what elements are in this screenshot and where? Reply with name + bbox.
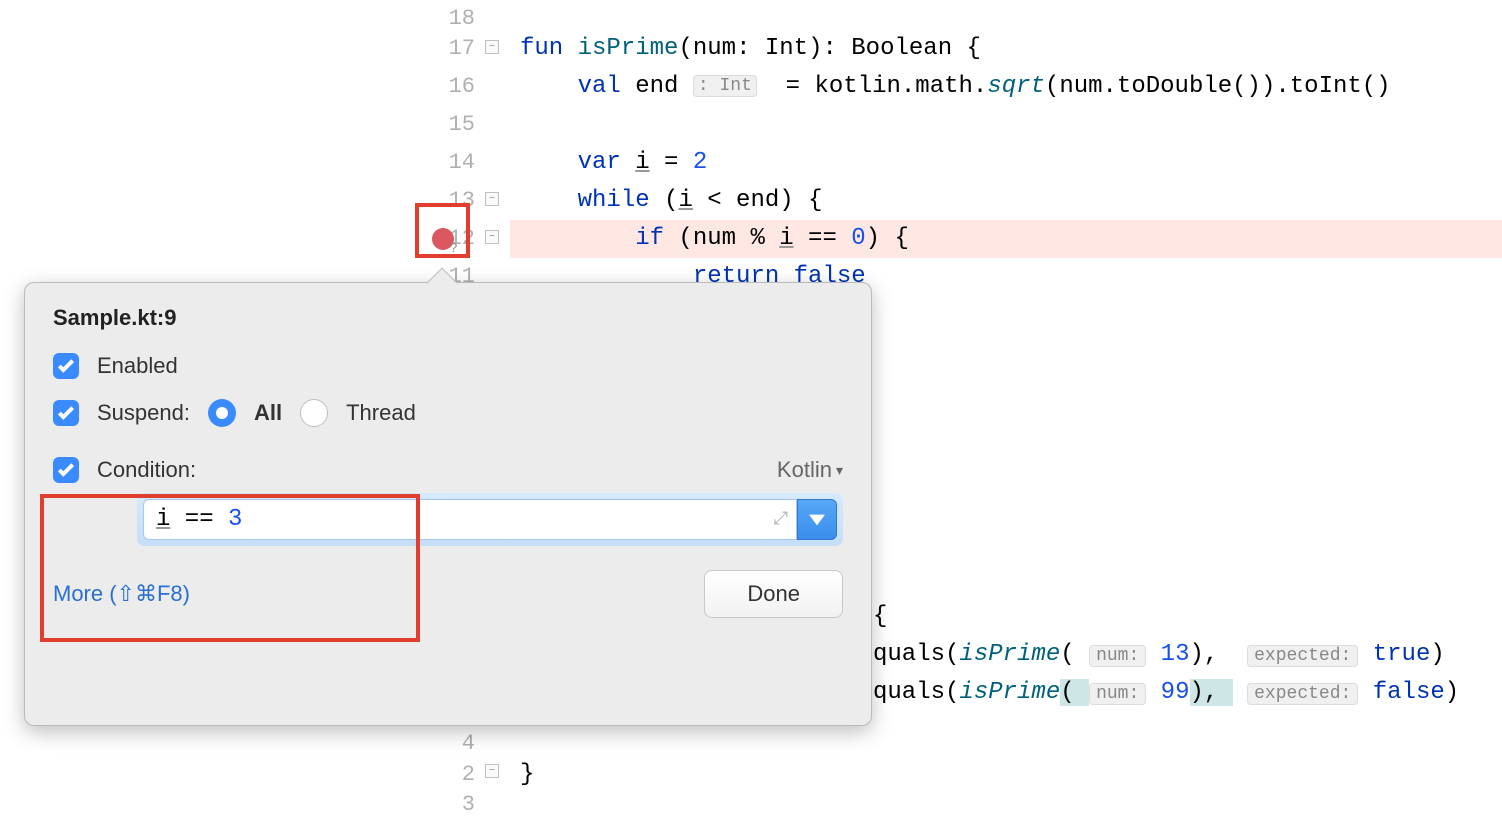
enabled-checkbox[interactable] [53,353,79,379]
suspend-all-radio[interactable] [208,399,236,427]
done-button[interactable]: Done [704,570,843,618]
fold-marker-icon[interactable]: − [485,230,499,244]
fold-marker-icon[interactable]: − [485,40,499,54]
line-number: 16 [449,68,475,106]
code-line: val end : Int = kotlin.math.sqrt(num.toD… [520,68,1391,106]
line-number: 3 [462,786,475,824]
suspend-checkbox[interactable] [53,400,79,426]
code-line: quals(isPrime( num: 99), expected: false… [873,674,1459,712]
fold-marker-icon[interactable]: − [485,192,499,206]
line-number: 14 [449,144,475,182]
suspend-thread-radio[interactable] [300,399,328,427]
line-number: 15 [449,106,475,144]
suspend-label: Suspend: [97,400,190,426]
fold-marker-icon[interactable]: − [485,764,499,778]
code-line: } [520,756,534,794]
code-line: if (num % i == 0) { [520,220,909,258]
chevron-down-icon: ▾ [836,462,843,479]
suspend-thread-label: Thread [346,400,416,426]
enabled-row: Enabled [25,343,871,389]
expand-icon[interactable]: ⤢ [774,509,788,530]
line-number: 17 [449,30,475,68]
code-line: fun isPrime(num: Int): Boolean { [520,30,981,68]
condition-row: Condition: Kotlin ▾ [25,437,871,493]
code-line: while (i < end) { [520,182,822,220]
condition-label: Condition: [97,457,196,483]
code-line: { [873,598,887,636]
condition-history-dropdown[interactable] [797,499,837,540]
code-line: var i = 2 [520,144,707,182]
highlight-box-condition [40,494,420,642]
enabled-label: Enabled [97,353,178,379]
code-line: quals(isPrime( num: 13), expected: true) [873,636,1445,674]
suspend-all-label: All [254,400,282,426]
highlight-box-breakpoint [415,203,470,258]
suspend-row: Suspend: All Thread [25,389,871,437]
language-dropdown[interactable]: Kotlin ▾ [777,457,843,483]
condition-checkbox[interactable] [53,457,79,483]
